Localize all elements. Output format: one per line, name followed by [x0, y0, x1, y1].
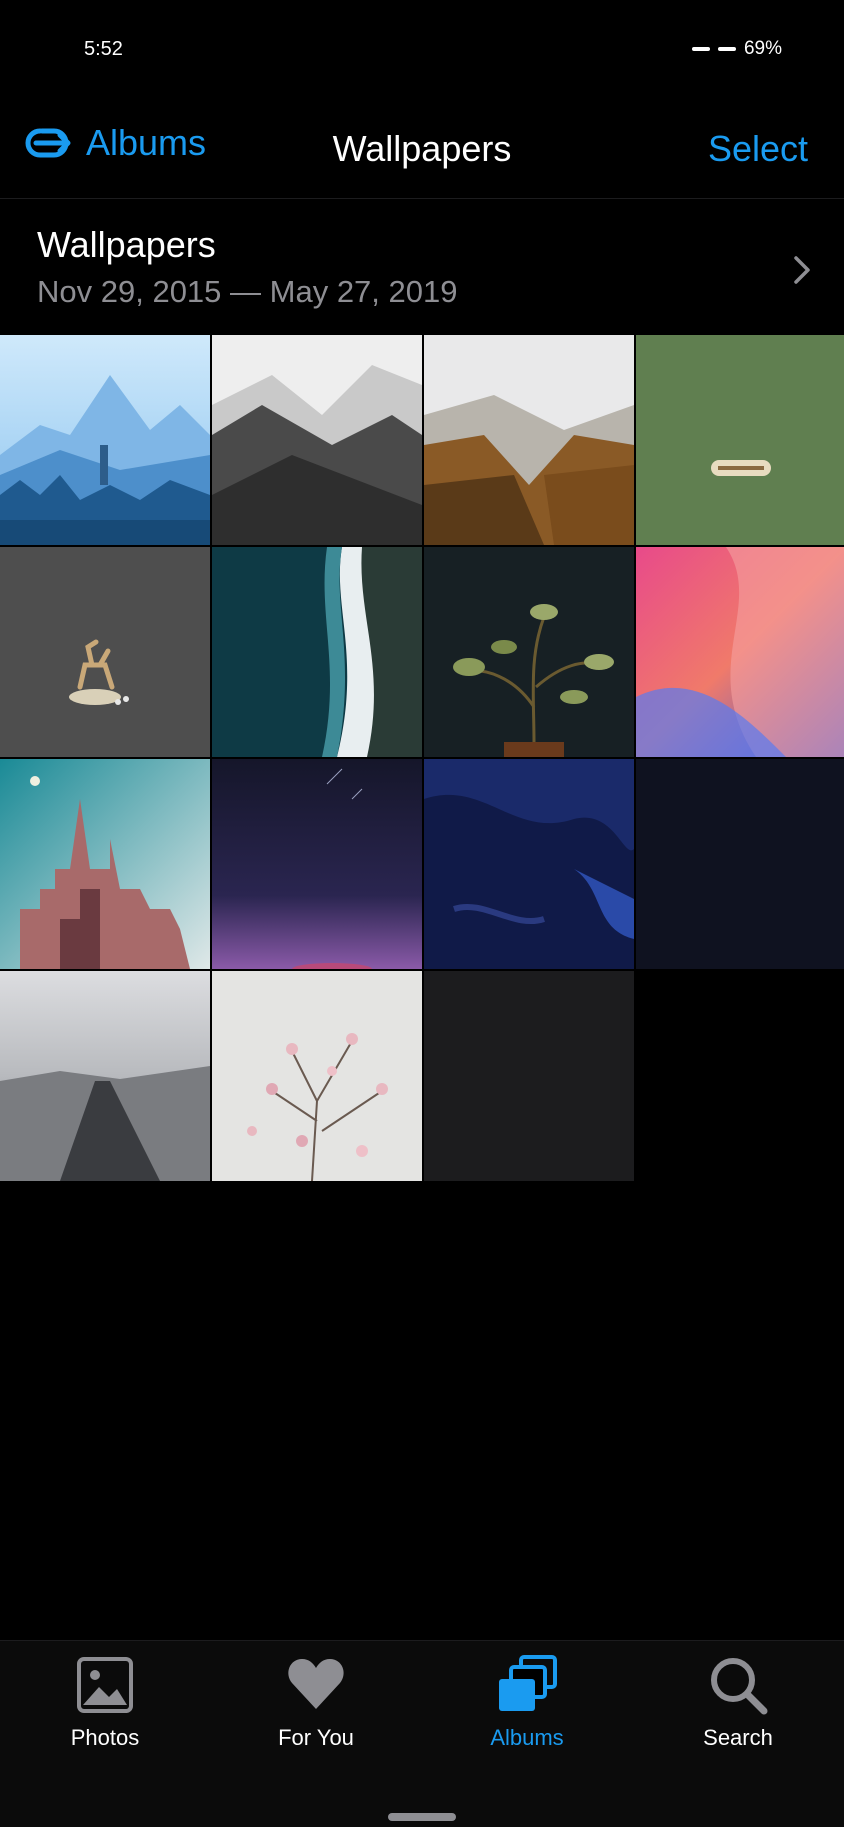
photo-thumbnail[interactable]: [0, 971, 210, 1181]
album-date-range: Nov 29, 2015 — May 27, 2019: [37, 274, 458, 309]
photo-deep-blue-ocean: [424, 759, 634, 969]
photo-misty-valley: [424, 335, 634, 545]
photo-thumbnail[interactable]: [0, 759, 210, 969]
search-icon: [711, 1658, 768, 1715]
tab-photos-label: Photos: [70, 1725, 140, 1750]
status-bar: 5:52 69%: [0, 0, 844, 100]
home-indicator[interactable]: [388, 1813, 456, 1821]
album-title: Wallpapers: [37, 224, 216, 265]
album-header[interactable]: Wallpapers Nov 29, 2015 — May 27, 2019: [0, 200, 844, 335]
photo-purple-night-sky: [212, 759, 422, 969]
photo-thumbnail[interactable]: [636, 547, 844, 757]
tab-for-you-label: For You: [278, 1725, 354, 1750]
photo-cherry-blossom: [212, 971, 422, 1181]
tab-albums[interactable]: Albums: [437, 1653, 617, 1773]
photo-snowy-peaks: [212, 335, 422, 545]
photo-aerial-coastline: [212, 547, 422, 757]
wifi-icon: [717, 47, 736, 51]
photos-app-screen: 5:52 69% Albums Wallpapers Select Wallpa…: [0, 0, 844, 1827]
photo-deer-illustration: [0, 547, 210, 757]
photo-thumbnail[interactable]: [424, 971, 634, 1181]
signal-icon: [691, 47, 710, 51]
status-time: 5:52: [84, 38, 123, 60]
photo-thumbnail[interactable]: [212, 547, 422, 757]
tab-albums-label: Albums: [490, 1725, 564, 1750]
navigation-bar: Albums Wallpapers Select: [0, 110, 844, 199]
heart-icon: [288, 1659, 344, 1709]
photo-pink-gradient: [636, 547, 844, 757]
status-indicators: 69%: [691, 38, 782, 60]
photo-thumbnail[interactable]: [424, 547, 634, 757]
tab-search[interactable]: Search: [648, 1653, 828, 1773]
tab-for-you[interactable]: For You: [226, 1653, 406, 1773]
photo-foggy-path: [0, 971, 210, 1181]
photo-dark-navy: [636, 759, 844, 969]
tab-search-label: Search: [703, 1725, 773, 1750]
albums-icon: [499, 1655, 557, 1711]
photo-thumbnail[interactable]: [636, 335, 844, 545]
photo-thumbnail[interactable]: [636, 759, 844, 969]
photo-thumbnail[interactable]: [424, 759, 634, 969]
photo-thumbnail[interactable]: [212, 335, 422, 545]
photo-thumbnail[interactable]: [0, 335, 210, 545]
battery-percent: 69%: [743, 38, 782, 59]
tab-bar: Photos For You Albums Search: [0, 1640, 844, 1827]
photos-icon: [77, 1657, 133, 1713]
photo-thumbnail[interactable]: [0, 547, 210, 757]
photo-love-hate-pattern: [636, 335, 844, 545]
select-button[interactable]: Select: [708, 128, 808, 170]
photo-thumbnail[interactable]: [424, 335, 634, 545]
tab-photos[interactable]: Photos: [15, 1653, 195, 1773]
photo-thumbnail[interactable]: [212, 759, 422, 969]
photo-potted-plant: [424, 547, 634, 757]
photo-castle-moon: [0, 759, 210, 969]
photo-dark-gray: [424, 971, 634, 1181]
chevron-right-icon: [794, 256, 810, 284]
photo-mountain-lighthouse: [0, 335, 210, 545]
photo-thumbnail[interactable]: [212, 971, 422, 1181]
